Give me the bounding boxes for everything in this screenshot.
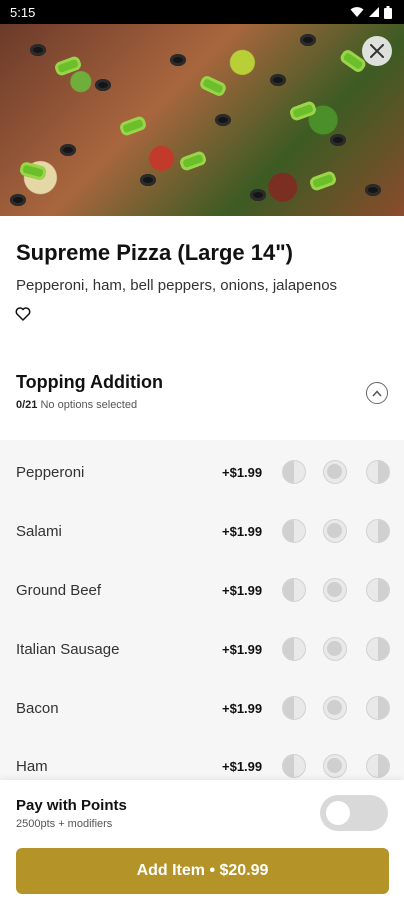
topping-section-header[interactable]: Topping Addition 0/21 No options selecte… (16, 372, 388, 411)
right-half-portion-icon[interactable] (366, 460, 390, 484)
status-icons (350, 5, 392, 19)
pizza-image (0, 24, 404, 216)
topping-option-row[interactable]: Bacon +$1.99 (0, 688, 404, 728)
whole-portion-icon[interactable] (323, 578, 347, 602)
topping-price: +$1.99 (222, 700, 263, 716)
left-half-portion-icon[interactable] (282, 578, 306, 602)
topping-price: +$1.99 (222, 582, 263, 598)
topping-price: +$1.99 (222, 758, 263, 774)
left-half-portion-icon[interactable] (282, 519, 306, 543)
status-bar: 5:15 (0, 0, 404, 24)
item-description: Pepperoni, ham, bell peppers, onions, ja… (16, 277, 338, 294)
topping-price: +$1.99 (222, 523, 263, 539)
close-icon (370, 44, 384, 58)
checkout-footer: Pay with Points 2500pts + modifiers Add … (0, 780, 404, 900)
right-half-portion-icon[interactable] (366, 578, 390, 602)
topping-name: Ham (16, 757, 48, 775)
topping-name: Ground Beef (16, 581, 102, 599)
whole-portion-icon[interactable] (323, 460, 347, 484)
whole-portion-icon[interactable] (323, 519, 347, 543)
status-time: 5:15 (10, 4, 36, 20)
toggle-knob (326, 801, 350, 825)
section-subtitle: 0/21 No options selected (16, 399, 388, 411)
left-half-portion-icon[interactable] (282, 696, 306, 720)
topping-price: +$1.99 (222, 464, 263, 480)
topping-options-list[interactable]: Pepperoni +$1.99 Salami +$1.99 Ground Be… (0, 440, 404, 780)
wifi-icon (350, 7, 364, 17)
topping-option-row[interactable]: Pepperoni +$1.99 (0, 452, 404, 492)
topping-name: Salami (16, 522, 62, 540)
whole-portion-icon[interactable] (323, 754, 347, 778)
pay-with-points-toggle[interactable] (320, 795, 388, 831)
pay-with-points-label: Pay with Points (16, 797, 127, 814)
right-half-portion-icon[interactable] (366, 696, 390, 720)
right-half-portion-icon[interactable] (366, 519, 390, 543)
topping-option-row[interactable]: Ground Beef +$1.99 (0, 570, 404, 610)
topping-option-row[interactable]: Ham +$1.99 (0, 746, 404, 780)
left-half-portion-icon[interactable] (282, 460, 306, 484)
add-item-button[interactable]: Add Item • $20.99 (16, 848, 389, 894)
selection-count: 0/21 (16, 399, 38, 411)
whole-portion-icon[interactable] (323, 696, 347, 720)
topping-price: +$1.99 (222, 641, 263, 657)
chevron-up-icon (372, 389, 382, 396)
topping-option-row[interactable]: Salami +$1.99 (0, 511, 404, 551)
topping-name: Bacon (16, 699, 59, 717)
topping-name: Italian Sausage (16, 640, 120, 658)
points-subtitle: 2500pts + modifiers (16, 818, 113, 830)
collapse-section-button[interactable] (366, 382, 388, 404)
signal-icon (369, 7, 379, 17)
close-button[interactable] (362, 36, 392, 66)
selection-status: No options selected (40, 399, 138, 411)
item-title: Supreme Pizza (Large 14") (16, 240, 293, 265)
right-half-portion-icon[interactable] (366, 637, 390, 661)
topping-option-row[interactable]: Italian Sausage +$1.99 (0, 629, 404, 669)
topping-name: Pepperoni (16, 463, 85, 481)
right-half-portion-icon[interactable] (366, 754, 390, 778)
battery-icon (384, 5, 392, 19)
left-half-portion-icon[interactable] (282, 754, 306, 778)
favorite-heart-icon[interactable] (14, 305, 32, 323)
whole-portion-icon[interactable] (323, 637, 347, 661)
section-title: Topping Addition (16, 372, 163, 392)
left-half-portion-icon[interactable] (282, 637, 306, 661)
